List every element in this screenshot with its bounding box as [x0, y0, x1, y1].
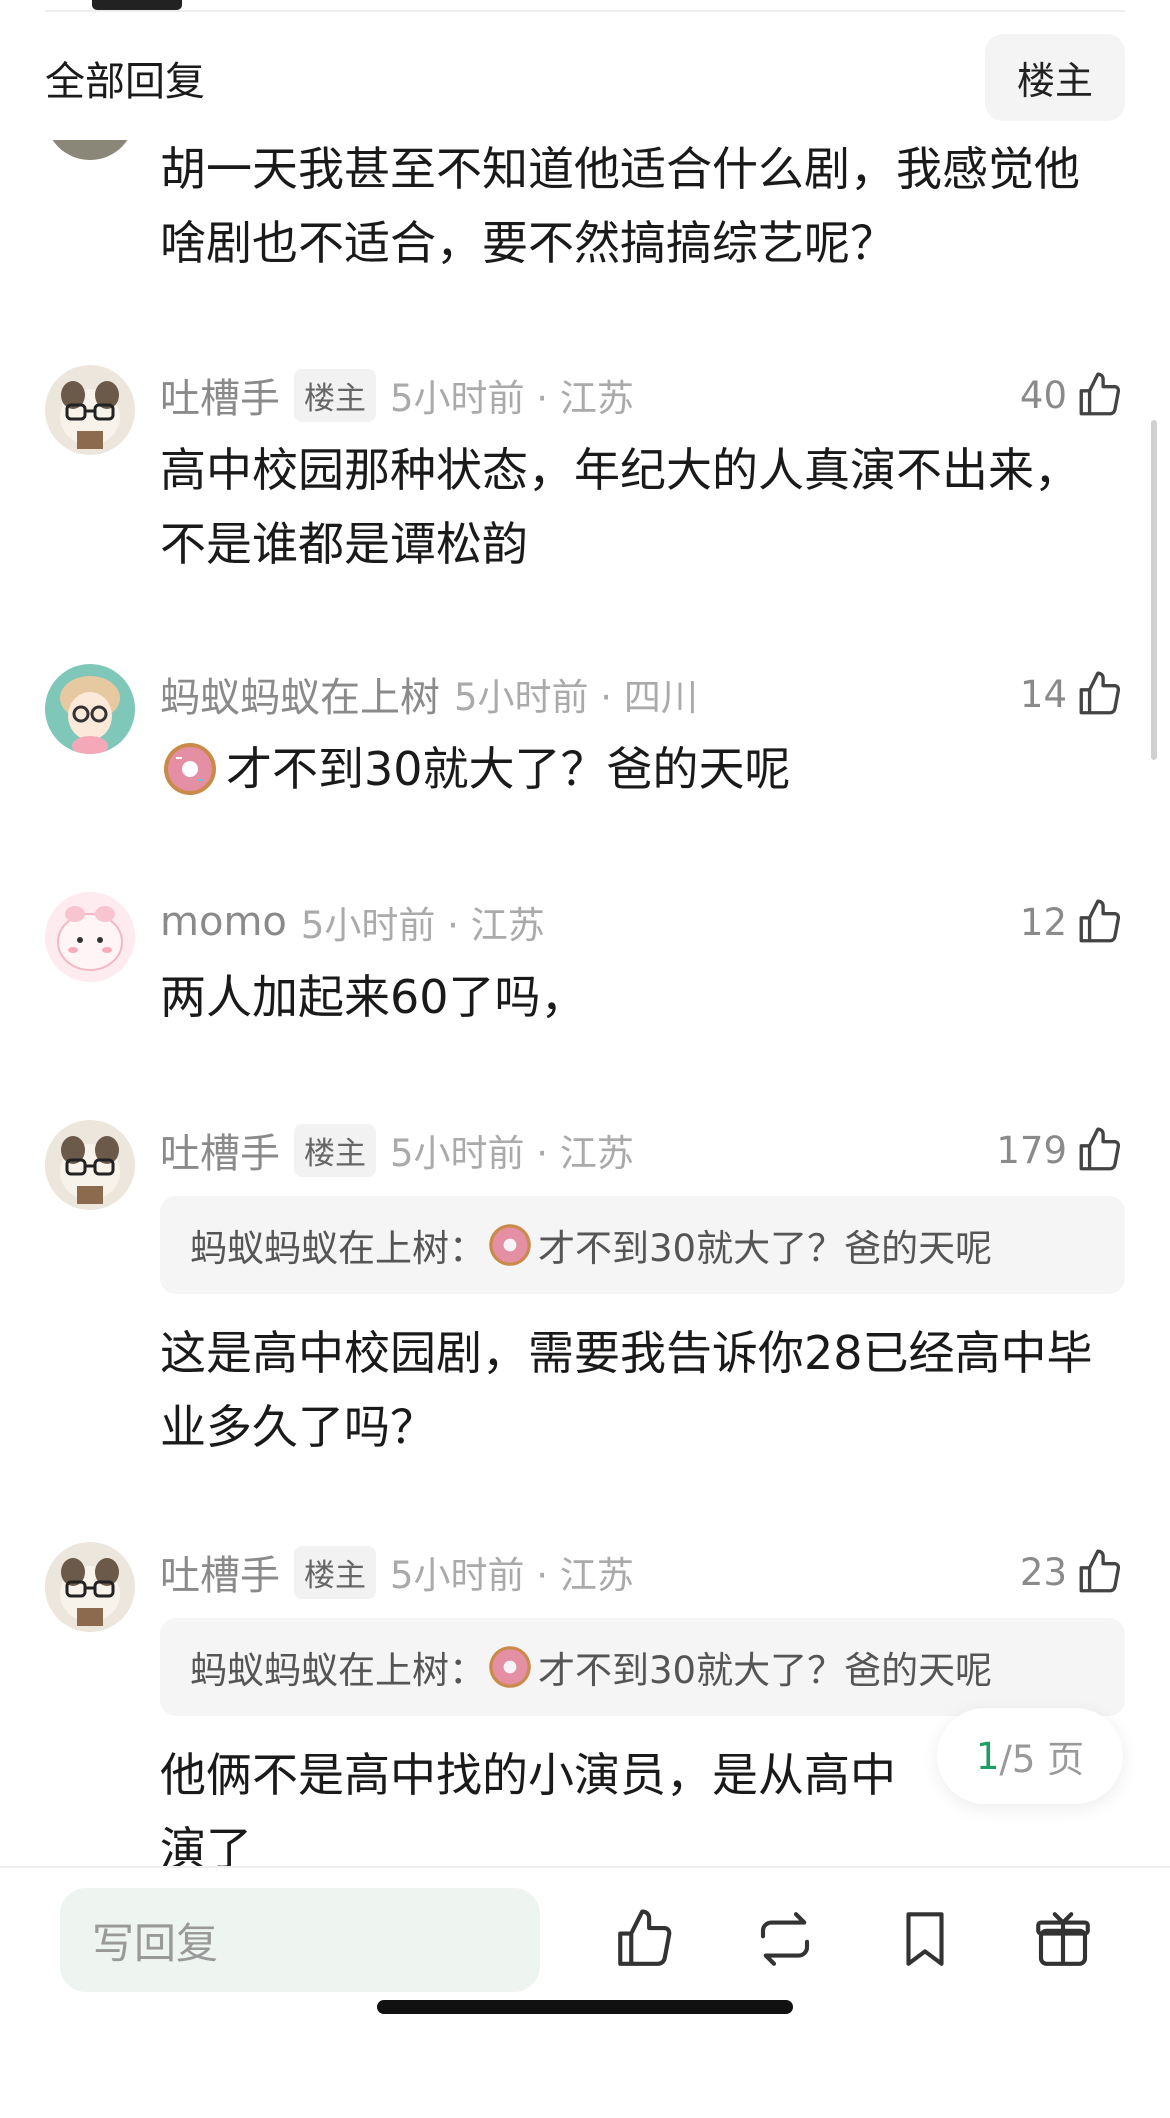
comment-text: 这是高中校园剧，需要我告诉你28已经高中毕业多久了吗？ — [160, 1326, 1093, 1454]
like-button[interactable]: 40 — [1020, 365, 1125, 425]
thumb-up-icon — [1079, 372, 1121, 416]
avatar[interactable] — [45, 664, 135, 754]
time-location: 5小时前 · 江苏 — [390, 1132, 634, 1175]
louzhu-badge: 楼主 — [294, 368, 376, 422]
username[interactable]: momo — [160, 899, 287, 945]
like-count: 23 — [1019, 1550, 1067, 1594]
thumb-up-icon[interactable] — [612, 1906, 678, 1972]
username[interactable]: 蚂蚁蚂蚁在上树 — [160, 665, 440, 723]
username[interactable]: 吐槽手 — [160, 366, 280, 424]
quote-username: 蚂蚁蚂蚁在上树： — [190, 1649, 486, 1692]
like-button[interactable]: 179 — [996, 1120, 1125, 1180]
comment-item: 蚂蚁蚂蚁在上树 5小时前 · 四川 14 才不到30就大了？爸的天呢 — [45, 664, 1125, 796]
comment-item: momo 5小时前 · 江苏 12 两人加起来60了吗， — [45, 892, 1125, 1024]
comment-meta: 蚂蚁蚂蚁在上树 5小时前 · 四川 — [160, 664, 1125, 724]
comment-meta: 吐槽手 楼主 5小时前 · 江苏 — [160, 365, 1125, 425]
like-button[interactable]: 23 — [1020, 1542, 1125, 1602]
reply-input[interactable]: 写回复 — [60, 1888, 540, 1992]
bottom-action-bar: 写回复 — [0, 1866, 1170, 2118]
donut-emoji — [489, 1646, 531, 1688]
thumb-up-icon — [1079, 1127, 1121, 1171]
like-count: 40 — [1019, 373, 1067, 417]
time-location: 5小时前 · 江苏 — [300, 904, 545, 947]
like-button[interactable]: 14 — [1020, 664, 1125, 724]
comment-text: 胡一天我甚至不知道他适合什么剧，我感觉他啥剧也不适合，要不然搞搞综艺呢？ — [160, 142, 1080, 270]
avatar[interactable] — [45, 1542, 135, 1632]
like-count: 12 — [1019, 900, 1067, 944]
comment-meta: 吐槽手 楼主 5小时前 · 江苏 — [160, 1542, 1125, 1602]
username[interactable]: 吐槽手 — [160, 1543, 280, 1601]
thumb-up-icon — [1079, 1549, 1121, 1593]
comment-item: 吐槽手 楼主 5小时前 · 江苏 40 高中校园那种状态，年纪大的人真演不出来，… — [45, 365, 1125, 575]
time-location: 5小时前 · 四川 — [454, 676, 698, 719]
time-location: 5小时前 · 江苏 — [390, 1554, 634, 1597]
comment-meta: momo 5小时前 · 江苏 — [160, 892, 1125, 952]
quote-username: 蚂蚁蚂蚁在上树： — [190, 1227, 486, 1270]
like-button[interactable]: 12 — [1020, 892, 1125, 952]
comment-item: 吐槽手 楼主 5小时前 · 江苏 23 蚂蚁蚂蚁在上树： 才不到30就大了？爸的… — [45, 1542, 1125, 1876]
louzhu-filter-button[interactable]: 楼主 — [984, 34, 1125, 121]
repost-icon[interactable] — [752, 1906, 818, 1972]
page-total: /5 页 — [999, 1738, 1085, 1781]
scrollbar[interactable] — [1151, 420, 1157, 760]
avatar[interactable] — [45, 365, 135, 455]
header-title: 全部回复 — [45, 58, 205, 105]
page-current: 1 — [975, 1734, 1000, 1778]
avatar[interactable] — [45, 892, 135, 982]
quoted-comment[interactable]: 蚂蚁蚂蚁在上树： 才不到30就大了？爸的天呢 — [160, 1196, 1125, 1294]
tab-indicator — [92, 0, 182, 10]
bookmark-icon[interactable] — [892, 1906, 958, 1972]
like-count: 14 — [1019, 672, 1067, 716]
thumb-up-icon — [1079, 671, 1121, 715]
comment-meta: 吐槽手 楼主 5小时前 · 江苏 — [160, 1120, 1125, 1180]
quote-text: 才不到30就大了？爸的天呢 — [538, 1227, 993, 1270]
comment-item: 吐槽手 楼主 5小时前 · 江苏 179 蚂蚁蚂蚁在上树： 才不到30就大了？爸… — [45, 1120, 1125, 1460]
comment-text-row: 才不到30就大了？爸的天呢 — [160, 732, 1125, 806]
thumb-up-icon — [1079, 899, 1121, 943]
comment-item: 胡一天我甚至不知道他适合什么剧，我感觉他啥剧也不适合，要不然搞搞综艺呢？ — [45, 132, 1125, 270]
page-indicator[interactable]: 1 /5 页 — [937, 1708, 1123, 1804]
top-divider — [45, 10, 1125, 12]
quote-text: 才不到30就大了？爸的天呢 — [538, 1649, 993, 1692]
comment-text: 高中校园那种状态，年纪大的人真演不出来，不是谁都是谭松韵 — [160, 443, 1080, 571]
username[interactable]: 吐槽手 — [160, 1121, 280, 1179]
replies-header: 全部回复 楼主 — [45, 34, 1125, 121]
avatar[interactable] — [45, 1120, 135, 1210]
time-location: 5小时前 · 江苏 — [390, 377, 634, 420]
donut-emoji — [164, 743, 216, 795]
quoted-comment[interactable]: 蚂蚁蚂蚁在上树： 才不到30就大了？爸的天呢 — [160, 1618, 1125, 1716]
like-count: 179 — [996, 1128, 1067, 1172]
louzhu-badge: 楼主 — [294, 1545, 376, 1599]
gift-icon[interactable] — [1030, 1906, 1096, 1972]
comment-text: 两人加起来60了吗， — [160, 970, 587, 1024]
donut-emoji — [489, 1224, 531, 1266]
comment-text: 才不到30就大了？爸的天呢 — [226, 742, 791, 796]
home-indicator[interactable] — [377, 2000, 793, 2014]
louzhu-badge: 楼主 — [294, 1123, 376, 1177]
